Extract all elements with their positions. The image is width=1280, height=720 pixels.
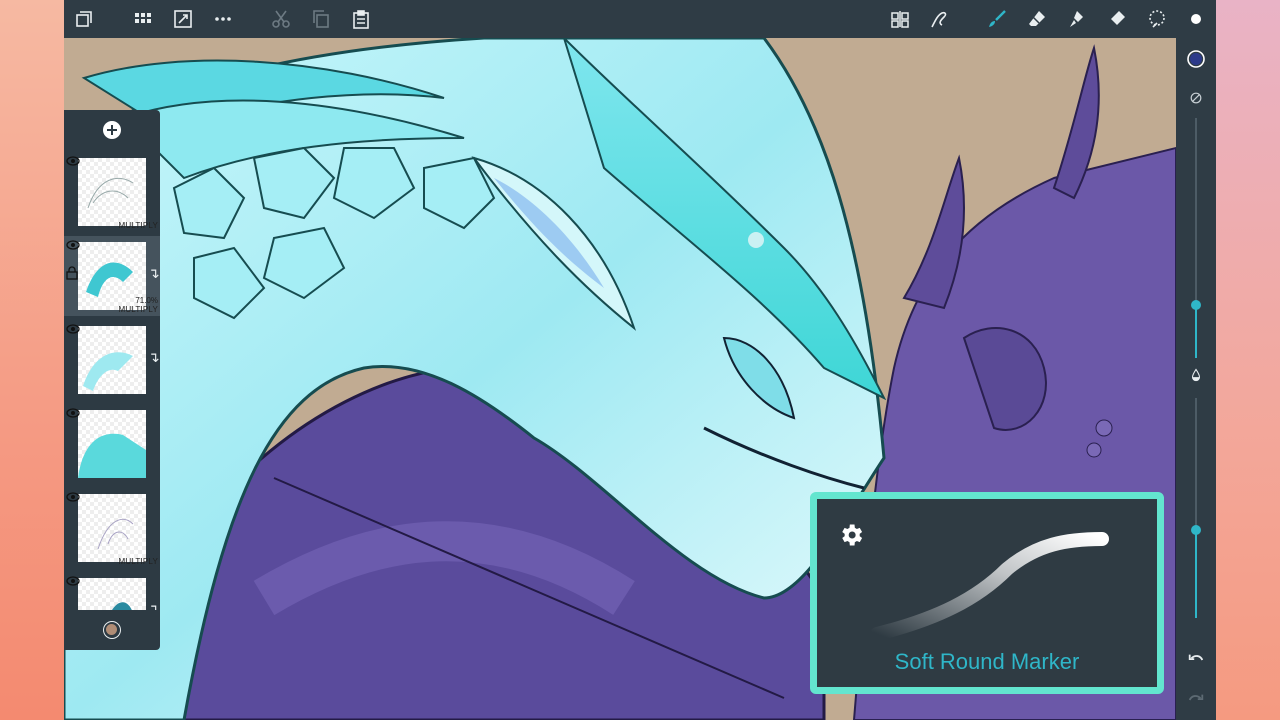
symmetry-icon[interactable] <box>888 7 912 31</box>
tool-rail <box>1176 38 1216 720</box>
dot-icon[interactable] <box>1184 7 1208 31</box>
layer-item[interactable]: ↴ <box>64 572 160 610</box>
transform-icon[interactable] <box>171 7 195 31</box>
layer-thumbnail <box>78 494 146 562</box>
brush-icon[interactable] <box>985 7 1009 31</box>
redo-icon[interactable] <box>1184 688 1208 712</box>
layer-list: MULTIPLY 71.0% MULTIPLY ↴ ↴ MULTIPLY ↴ <box>64 152 160 610</box>
background-gradient-right <box>1216 0 1280 720</box>
layer-opacity: 71.0% <box>135 296 158 305</box>
brush-preview-popup[interactable]: Soft Round Marker <box>810 492 1164 694</box>
layer-thumbnail <box>78 326 146 394</box>
clipping-arrow-icon: ↴ <box>148 265 160 281</box>
layer-item-selected[interactable]: 71.0% MULTIPLY ↴ <box>64 236 160 316</box>
layer-thumbnail <box>78 158 146 226</box>
clipping-arrow-icon: ↴ <box>148 601 160 610</box>
brush-stroke-preview <box>870 532 1109 641</box>
selection-icon[interactable] <box>1145 7 1169 31</box>
clear-color-icon[interactable] <box>1184 86 1208 110</box>
layer-blend-mode: MULTIPLY <box>118 557 158 566</box>
cut-icon[interactable] <box>269 7 293 31</box>
layer-lock-icon[interactable] <box>66 266 78 280</box>
copy-icon[interactable] <box>309 7 333 31</box>
layer-blend-mode: MULTIPLY <box>118 221 158 230</box>
visibility-eye-icon[interactable] <box>66 154 80 166</box>
visibility-eye-icon[interactable] <box>66 490 80 502</box>
grid-icon[interactable] <box>131 7 155 31</box>
color-swatch-button[interactable] <box>1184 47 1208 71</box>
visibility-eye-icon[interactable] <box>66 406 80 418</box>
smudge-icon[interactable] <box>1065 7 1089 31</box>
layer-item[interactable]: MULTIPLY <box>64 488 160 568</box>
layer-thumbnail <box>78 578 146 610</box>
layer-item[interactable]: ↴ <box>64 320 160 400</box>
fill-icon[interactable] <box>1105 7 1129 31</box>
top-toolbar <box>64 0 1216 38</box>
more-icon[interactable] <box>211 7 235 31</box>
add-layer-button[interactable] <box>102 120 122 140</box>
brush-opacity-knob[interactable] <box>1191 525 1201 535</box>
clipping-arrow-icon: ↴ <box>148 349 160 365</box>
eraser-icon[interactable] <box>1025 7 1049 31</box>
layer-color-button[interactable] <box>103 621 121 639</box>
brush-size-knob[interactable] <box>1191 300 1201 311</box>
layer-thumbnail <box>78 410 146 478</box>
stroke-icon[interactable] <box>928 7 952 31</box>
layer-item[interactable]: MULTIPLY <box>64 152 160 232</box>
brush-size-fill <box>1195 305 1197 358</box>
brush-opacity-fill <box>1195 530 1197 618</box>
visibility-eye-icon[interactable] <box>66 574 80 586</box>
visibility-eye-icon[interactable] <box>66 322 80 334</box>
layer-blend-mode: MULTIPLY <box>118 305 158 314</box>
brush-name-label: Soft Round Marker <box>894 649 1080 674</box>
drawing-app: MULTIPLY 71.0% MULTIPLY ↴ ↴ MULTIPLY ↴ S… <box>64 0 1216 720</box>
undo-icon[interactable] <box>1184 648 1208 672</box>
opacity-drop-icon <box>1184 363 1208 387</box>
layers-panel: MULTIPLY 71.0% MULTIPLY ↴ ↴ MULTIPLY ↴ <box>64 110 160 650</box>
layer-item[interactable] <box>64 404 160 484</box>
visibility-eye-icon[interactable] <box>66 238 80 250</box>
paste-icon[interactable] <box>349 7 373 31</box>
layers-window-icon[interactable] <box>72 7 96 31</box>
